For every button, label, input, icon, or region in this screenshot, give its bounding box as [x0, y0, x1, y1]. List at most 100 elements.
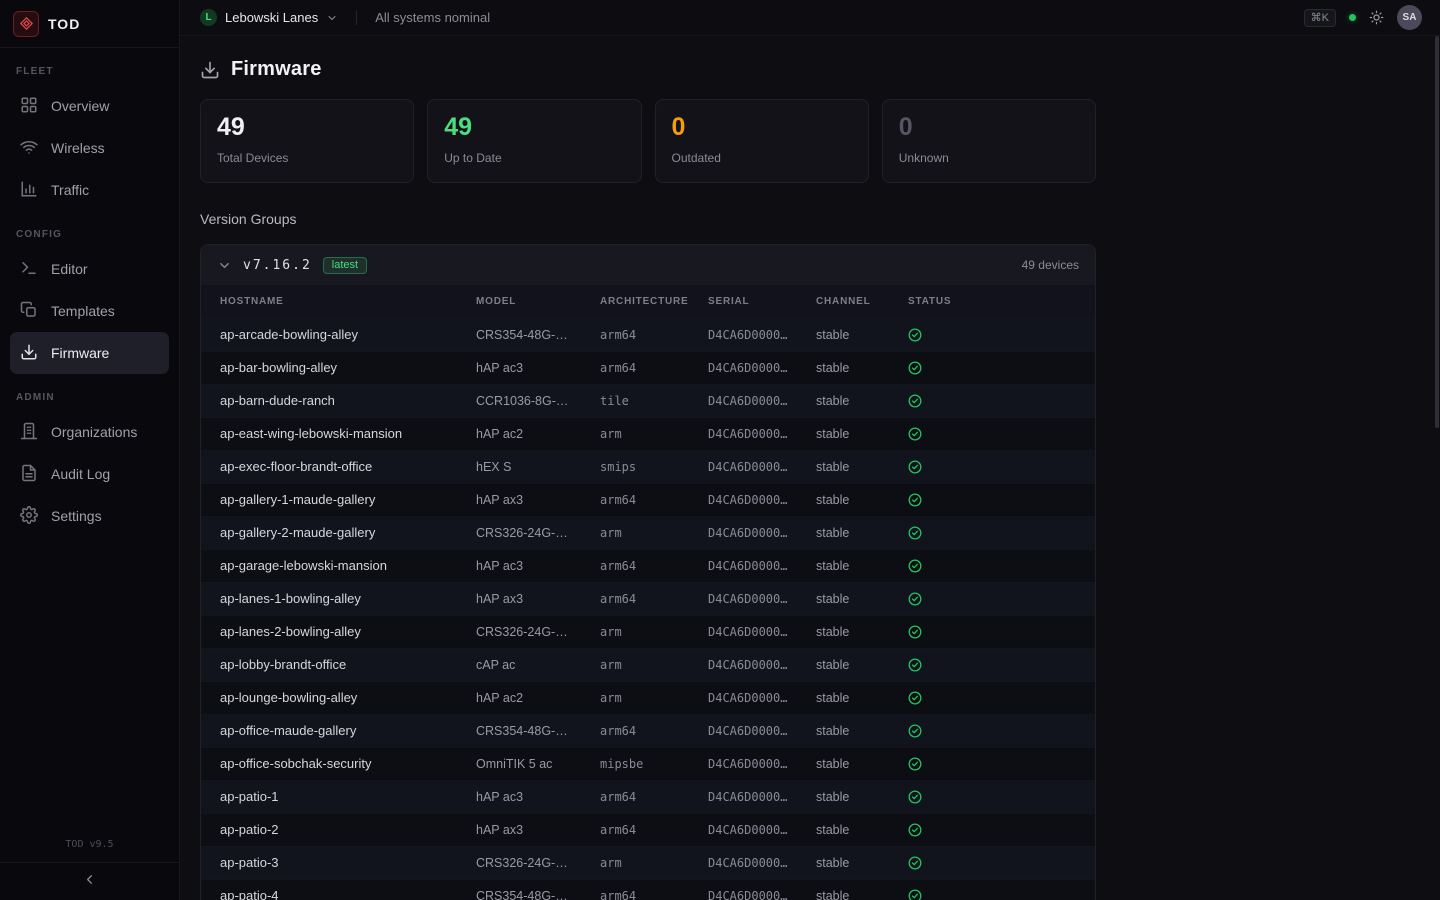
model-cell: CRS354-48G-4S+… — [457, 879, 581, 900]
hostname-cell: ap-patio-4 — [201, 879, 457, 900]
serial-cell: D4CA6D00007D — [689, 846, 797, 879]
table-row[interactable]: ap-bar-bowling-alley hAP ac3 arm64 D4CA6… — [201, 351, 1096, 384]
table-row[interactable]: ap-patio-4 CRS354-48G-4S+… arm64 D4CA6D0… — [201, 879, 1096, 900]
sidebar-item-templates[interactable]: Templates — [10, 290, 169, 332]
serial-cell: D4CA6D00001B — [689, 549, 797, 582]
status-cell — [889, 879, 1096, 900]
theme-toggle-button[interactable] — [1369, 10, 1384, 25]
stats-row: 49 Total Devices 49 Up to Date 0 Outdate… — [200, 99, 1096, 183]
architecture-cell: arm64 — [581, 351, 689, 384]
table-row[interactable]: ap-gallery-1-maude-gallery hAP ax3 arm64… — [201, 483, 1096, 516]
sidebar-item-organizations[interactable]: Organizations — [10, 411, 169, 453]
stat-value: 0 — [672, 114, 852, 142]
sidebar-item-label: Firmware — [51, 345, 109, 361]
chevron-down-icon[interactable] — [217, 258, 232, 273]
channel-cell: stable — [797, 417, 889, 450]
sidebar-item-wireless[interactable]: Wireless — [10, 127, 169, 169]
main-content: Firmware 49 Total Devices 49 Up to Date … — [180, 36, 1440, 900]
channel-cell: stable — [797, 879, 889, 900]
architecture-cell: arm64 — [581, 483, 689, 516]
org-selector[interactable]: L Lebowski Lanes — [200, 9, 338, 26]
channel-cell: stable — [797, 549, 889, 582]
user-avatar[interactable]: SA — [1397, 5, 1422, 30]
model-cell: hAP ax3 — [457, 483, 581, 516]
hostname-cell: ap-east-wing-lebowski-mansion — [201, 417, 457, 450]
hostname-cell: ap-gallery-1-maude-gallery — [201, 483, 457, 516]
table-row[interactable]: ap-gallery-2-maude-gallery CRS326-24G-2S… — [201, 516, 1096, 549]
sidebar-item-audit-log[interactable]: Audit Log — [10, 453, 169, 495]
model-cell: CRS354-48G-4S+… — [457, 318, 581, 351]
model-cell: CCR1036-8G-2S+ — [457, 384, 581, 417]
stat-value: 0 — [899, 114, 1079, 142]
table-row[interactable]: ap-east-wing-lebowski-mansion hAP ac2 ar… — [201, 417, 1096, 450]
check-circle-icon — [908, 790, 1089, 804]
channel-cell: stable — [797, 780, 889, 813]
check-circle-icon — [908, 328, 1089, 342]
hostname-cell: ap-garage-lebowski-mansion — [201, 549, 457, 582]
check-circle-icon — [908, 889, 1089, 900]
model-cell: hAP ac3 — [457, 351, 581, 384]
table-row[interactable]: ap-patio-1 hAP ac3 arm64 D4CA6D00007B st… — [201, 780, 1096, 813]
table-row[interactable]: ap-lounge-bowling-alley hAP ac2 arm D4CA… — [201, 681, 1096, 714]
hostname-cell: ap-bar-bowling-alley — [201, 351, 457, 384]
col-serial: SERIAL — [689, 285, 797, 318]
command-palette-shortcut[interactable]: ⌘K — [1304, 9, 1336, 27]
serial-cell: D4CA6D000012 — [689, 714, 797, 747]
sidebar-item-editor[interactable]: Editor — [10, 248, 169, 290]
status-cell — [889, 615, 1096, 648]
architecture-cell: mipsbe — [581, 747, 689, 780]
table-row[interactable]: ap-barn-dude-ranch CCR1036-8G-2S+ tile D… — [201, 384, 1096, 417]
channel-cell: stable — [797, 516, 889, 549]
channel-cell: stable — [797, 714, 889, 747]
serial-cell: D4CA6D000004 — [689, 582, 797, 615]
org-avatar: L — [200, 9, 217, 26]
table-row[interactable]: ap-patio-3 CRS326-24G-2S+ arm D4CA6D0000… — [201, 846, 1096, 879]
status-cell — [889, 549, 1096, 582]
status-cell — [889, 450, 1096, 483]
table-header-row: HOSTNAME MODEL ARCHITECTURE SERIAL CHANN… — [201, 285, 1096, 318]
hostname-cell: ap-office-maude-gallery — [201, 714, 457, 747]
hostname-cell: ap-lanes-2-bowling-alley — [201, 615, 457, 648]
check-circle-icon — [908, 559, 1089, 573]
sidebar-collapse-button[interactable] — [0, 862, 179, 900]
chevron-left-icon — [82, 872, 97, 892]
sidebar-item-label: Traffic — [51, 182, 89, 198]
channel-cell: stable — [797, 648, 889, 681]
version-group-header[interactable]: v7.16.2 latest 49 devices — [201, 245, 1095, 285]
nav-section-admin: ADMIN Organizations Audit Log Settings — [0, 392, 179, 537]
table-row[interactable]: ap-lanes-1-bowling-alley hAP ax3 arm64 D… — [201, 582, 1096, 615]
channel-cell: stable — [797, 747, 889, 780]
app-logo[interactable]: TOD — [0, 0, 179, 48]
sidebar-item-firmware[interactable]: Firmware — [10, 332, 169, 374]
col-architecture: ARCHITECTURE — [581, 285, 689, 318]
org-name: Lebowski Lanes — [225, 10, 318, 25]
sidebar-item-label: Settings — [51, 508, 102, 524]
check-circle-icon — [908, 658, 1089, 672]
sidebar-item-overview[interactable]: Overview — [10, 85, 169, 127]
table-row[interactable]: ap-arcade-bowling-alley CRS354-48G-4S+… … — [201, 318, 1096, 351]
architecture-cell: arm64 — [581, 318, 689, 351]
table-row[interactable]: ap-lanes-2-bowling-alley CRS326-24G-2S+ … — [201, 615, 1096, 648]
table-row[interactable]: ap-office-sobchak-security OmniTIK 5 ac … — [201, 747, 1096, 780]
sidebar-nav: FLEET Overview Wireless Traffic CONFIG E… — [0, 48, 179, 537]
stat-value: 49 — [444, 114, 624, 142]
vertical-scrollbar[interactable] — [1435, 36, 1439, 428]
sidebar-item-settings[interactable]: Settings — [10, 495, 169, 537]
sidebar-item-traffic[interactable]: Traffic — [10, 169, 169, 211]
app-version: TOD v9.5 — [0, 839, 179, 862]
table-row[interactable]: ap-exec-floor-brandt-office hEX S smips … — [201, 450, 1096, 483]
serial-cell: D4CA6D00007B — [689, 780, 797, 813]
table-row[interactable]: ap-patio-2 hAP ax3 arm64 D4CA6D00007C st… — [201, 813, 1096, 846]
table-row[interactable]: ap-lobby-brandt-office cAP ac arm D4CA6D… — [201, 648, 1096, 681]
table-row[interactable]: ap-garage-lebowski-mansion hAP ac3 arm64… — [201, 549, 1096, 582]
serial-cell: D4CA6D000014 — [689, 648, 797, 681]
check-circle-icon — [908, 460, 1089, 474]
hostname-cell: ap-exec-floor-brandt-office — [201, 450, 457, 483]
model-cell: hAP ac3 — [457, 780, 581, 813]
section-label-fleet: FLEET — [16, 66, 163, 77]
sidebar-item-label: Overview — [51, 98, 109, 114]
hostname-cell: ap-office-sobchak-security — [201, 747, 457, 780]
col-status: STATUS — [889, 285, 1096, 318]
hostname-cell: ap-lanes-1-bowling-alley — [201, 582, 457, 615]
table-row[interactable]: ap-office-maude-gallery CRS354-48G-4S+… … — [201, 714, 1096, 747]
